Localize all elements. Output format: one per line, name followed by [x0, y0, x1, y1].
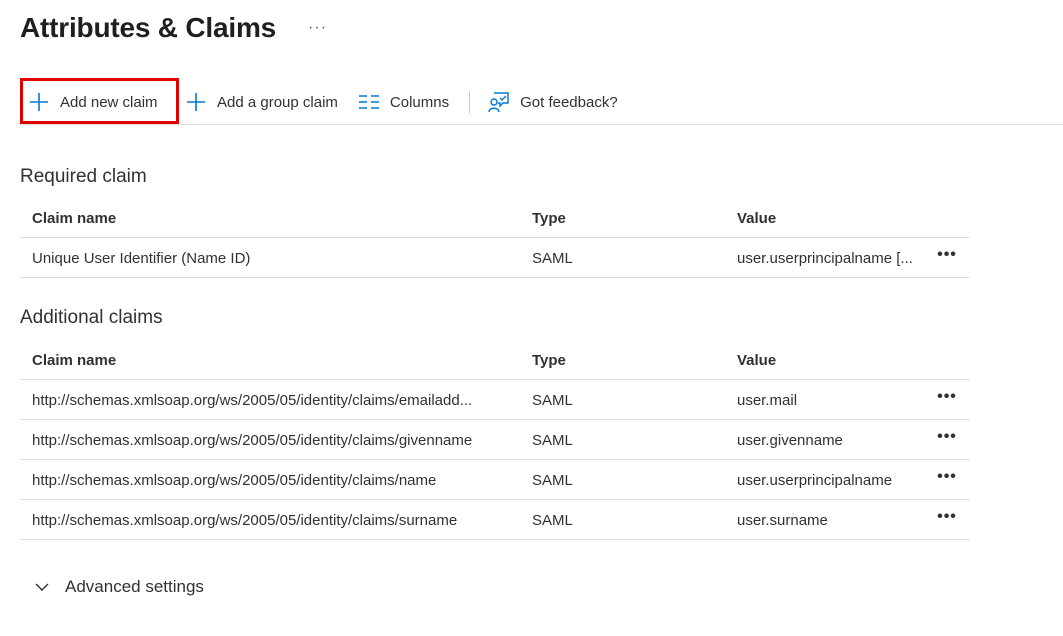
columns-button[interactable]: Columns — [358, 80, 449, 124]
toolbar-divider — [469, 91, 471, 113]
required-claims-table: Claim name Type Value Unique User Identi… — [20, 198, 970, 278]
claim-type-cell: SAML — [532, 471, 573, 489]
claim-type-cell: SAML — [532, 511, 573, 529]
claim-value-cell: user.surname — [737, 511, 828, 529]
toolbar-divider-line — [20, 124, 1063, 125]
add-new-claim-button[interactable]: Add new claim — [20, 78, 179, 124]
additional-claims-heading: Additional claims — [20, 307, 163, 328]
more-icon: ••• — [937, 428, 957, 445]
add-group-claim-label: Add a group claim — [217, 93, 338, 111]
more-icon: ••• — [937, 468, 957, 485]
claim-value-cell: user.userprincipalname — [737, 471, 893, 489]
more-icon: ••• — [937, 246, 957, 263]
header-value[interactable]: Value — [737, 340, 927, 380]
table-row[interactable]: http://schemas.xmlsoap.org/ws/2005/05/id… — [20, 380, 970, 420]
claim-value-cell: user.givenname — [737, 431, 843, 449]
table-row[interactable]: http://schemas.xmlsoap.org/ws/2005/05/id… — [20, 460, 970, 500]
row-more-button[interactable]: ••• — [930, 500, 964, 540]
claim-name-cell[interactable]: Unique User Identifier (Name ID) — [32, 238, 522, 278]
feedback-button[interactable]: Got feedback? — [488, 80, 618, 124]
page-title: Attributes & Claims — [20, 12, 277, 43]
columns-icon — [358, 91, 380, 113]
claim-name-cell[interactable]: http://schemas.xmlsoap.org/ws/2005/05/id… — [32, 420, 522, 460]
row-more-button[interactable]: ••• — [930, 380, 964, 420]
claim-type-cell: SAML — [532, 431, 573, 449]
required-claim-heading: Required claim — [20, 166, 147, 187]
claim-name-cell[interactable]: http://schemas.xmlsoap.org/ws/2005/05/id… — [32, 460, 522, 500]
row-more-button[interactable]: ••• — [930, 460, 964, 500]
feedback-label: Got feedback? — [520, 93, 618, 111]
command-bar: Add new claim Add a group claim Columns — [20, 78, 1063, 124]
add-new-claim-label: Add new claim — [60, 93, 158, 111]
plus-icon — [185, 91, 207, 113]
claim-name-cell[interactable]: http://schemas.xmlsoap.org/ws/2005/05/id… — [32, 380, 522, 420]
claim-type-cell: SAML — [532, 391, 573, 409]
table-row[interactable]: Unique User Identifier (Name ID) SAML us… — [20, 238, 970, 278]
attributes-claims-page: Attributes & Claims ··· Add new claim Ad… — [0, 0, 1063, 636]
columns-label: Columns — [389, 93, 450, 111]
add-group-claim-button[interactable]: Add a group claim — [185, 80, 338, 124]
additional-claims-table: Claim name Type Value http://schemas.xml… — [20, 340, 970, 540]
row-more-button[interactable]: ••• — [930, 420, 964, 460]
more-icon: ••• — [937, 388, 957, 405]
table-row[interactable]: http://schemas.xmlsoap.org/ws/2005/05/id… — [20, 500, 970, 540]
header-claim-name[interactable]: Claim name — [32, 340, 522, 380]
table-header: Claim name Type Value — [20, 340, 970, 380]
advanced-settings-label: Advanced settings — [65, 577, 204, 596]
advanced-settings-toggle[interactable]: Advanced settings — [34, 572, 204, 602]
plus-icon — [28, 91, 50, 113]
claim-value-cell: user.userprincipalname [... — [737, 249, 913, 267]
chevron-down-icon — [34, 579, 50, 595]
more-icon: ••• — [937, 508, 957, 525]
more-options-button[interactable]: ··· — [308, 19, 327, 37]
header-value[interactable]: Value — [737, 198, 927, 238]
table-header: Claim name Type Value — [20, 198, 970, 238]
claim-name-cell[interactable]: http://schemas.xmlsoap.org/ws/2005/05/id… — [32, 500, 522, 540]
header-claim-name[interactable]: Claim name — [32, 198, 522, 238]
header-type[interactable]: Type — [532, 198, 722, 238]
table-row[interactable]: http://schemas.xmlsoap.org/ws/2005/05/id… — [20, 420, 970, 460]
header-type[interactable]: Type — [532, 340, 722, 380]
claim-value-cell: user.mail — [737, 391, 798, 409]
title-row: Attributes & Claims ··· — [20, 8, 327, 48]
row-more-button[interactable]: ••• — [930, 238, 964, 278]
claim-type-cell: SAML — [532, 249, 573, 267]
feedback-icon — [488, 91, 510, 113]
